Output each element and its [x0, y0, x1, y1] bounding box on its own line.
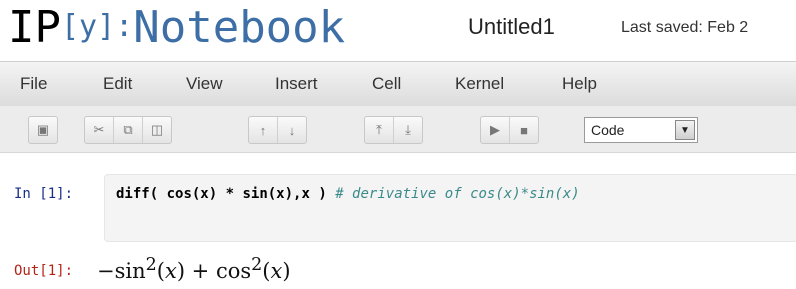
insert-below-icon[interactable]: ⤓	[394, 117, 422, 143]
code-cell-input[interactable]	[104, 174, 796, 242]
output-math: −sin2(x) + cos2(x)	[97, 255, 291, 283]
save-group: ▣	[28, 116, 58, 144]
move-group: ↑ ↓	[248, 116, 307, 144]
code-comment: # derivative of cos(x)*sin(x)	[335, 186, 580, 202]
code-token: sin(x),x	[242, 186, 310, 202]
output-prompt: Out[1]:	[14, 263, 74, 279]
menu-cell[interactable]: Cell	[372, 74, 401, 94]
run-group: ▶ ■	[480, 116, 539, 144]
toolbar: ▣ ✂ ⧉ ◫ ↑ ↓ ⤒ ⤓ ▶ ■ Code ▼	[0, 106, 796, 153]
move-down-icon[interactable]: ↓	[278, 117, 306, 143]
math-part: −sin	[97, 259, 146, 283]
code-line[interactable]: diff( cos(x) * sin(x),x ) # derivative o…	[116, 186, 580, 202]
math-part: )	[282, 259, 291, 283]
clipboard-group: ✂ ⧉ ◫	[84, 116, 172, 144]
ipython-logo[interactable]: IP[y]:Notebook	[8, 2, 345, 53]
stop-icon[interactable]: ■	[510, 117, 538, 143]
save-icon[interactable]: ▣	[29, 117, 57, 143]
move-up-icon[interactable]: ↑	[249, 117, 278, 143]
math-exponent: 2	[145, 255, 157, 275]
insert-above-icon[interactable]: ⤒	[365, 117, 394, 143]
insert-group: ⤒ ⤓	[364, 116, 423, 144]
menu-edit[interactable]: Edit	[103, 74, 132, 94]
menu-insert[interactable]: Insert	[275, 74, 318, 94]
math-variable: x	[270, 259, 283, 283]
notebook-header: IP[y]:Notebook Untitled1 Last saved: Feb…	[0, 0, 796, 56]
menu-file[interactable]: File	[20, 74, 47, 94]
notebook-name[interactable]: Untitled1	[468, 14, 555, 40]
chevron-down-icon[interactable]: ▼	[675, 120, 695, 140]
logo-py: [y]:	[60, 9, 134, 44]
math-part: (	[156, 259, 165, 283]
math-part: ) + cos	[176, 259, 252, 283]
menu-bar: File Edit View Insert Cell Kernel Help	[0, 61, 796, 107]
menu-help[interactable]: Help	[562, 74, 597, 94]
cut-icon[interactable]: ✂	[85, 117, 114, 143]
cell-type-select[interactable]: Code ▼	[584, 117, 698, 143]
code-token: *	[217, 186, 243, 202]
code-token: diff(	[116, 186, 159, 202]
math-variable: x	[164, 259, 177, 283]
copy-icon[interactable]: ⧉	[114, 117, 143, 143]
run-icon[interactable]: ▶	[481, 117, 510, 143]
menu-kernel[interactable]: Kernel	[455, 74, 504, 94]
menu-view[interactable]: View	[186, 74, 223, 94]
math-exponent: 2	[251, 255, 263, 275]
code-token: )	[309, 186, 336, 202]
code-token: cos(x)	[158, 186, 218, 202]
logo-notebook: Notebook	[133, 2, 346, 53]
input-prompt: In [1]:	[14, 186, 74, 202]
paste-icon[interactable]: ◫	[143, 117, 171, 143]
last-saved-status: Last saved: Feb 2	[621, 19, 749, 36]
cell-type-value: Code	[591, 122, 625, 138]
logo-ip: IP	[8, 2, 61, 53]
